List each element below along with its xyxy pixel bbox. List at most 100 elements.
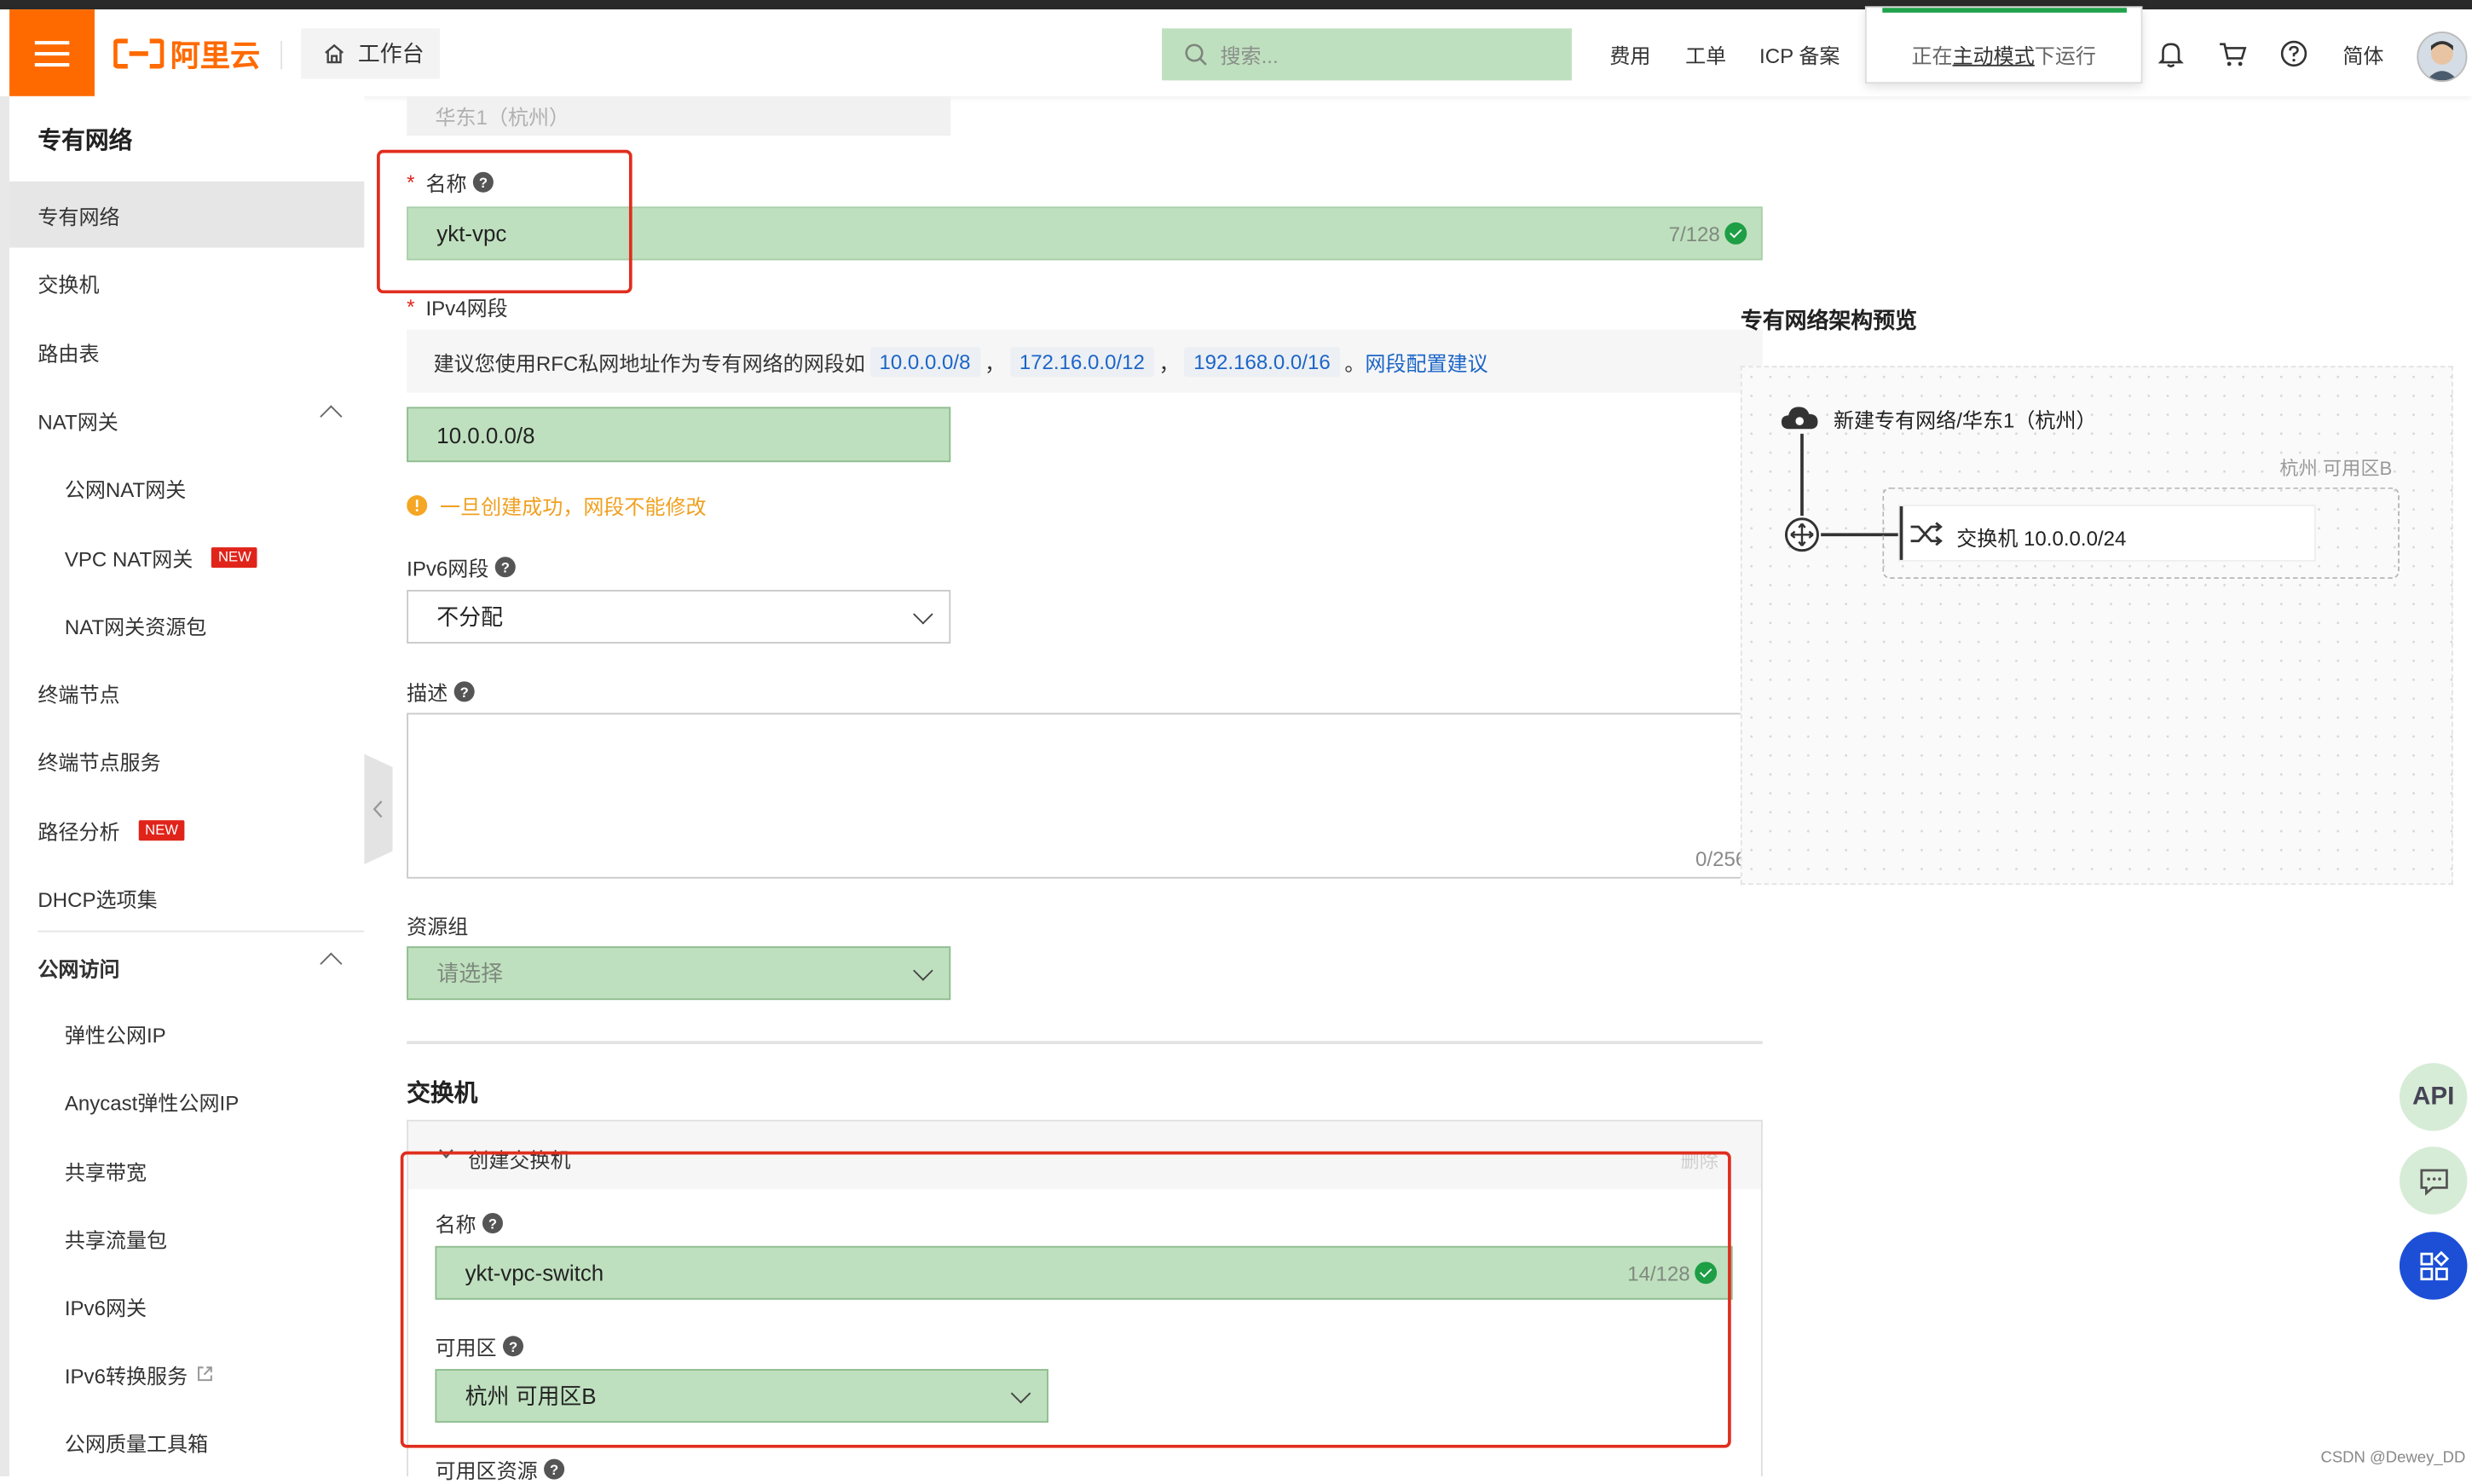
sidebar-item-ipv6-translation[interactable]: IPv6转换服务 xyxy=(9,1341,364,1407)
sidebar-item-shared-bandwidth[interactable]: 共享带宽 xyxy=(9,1137,364,1204)
sidebar-item-label: 公网质量工具箱 xyxy=(64,1431,209,1455)
check-circle-icon xyxy=(1724,222,1747,245)
sidebar-item-quality-tools[interactable]: 公网质量工具箱 xyxy=(9,1408,364,1475)
sidebar-item-label: 共享带宽 xyxy=(64,1159,147,1184)
description-textarea[interactable]: 0/256 xyxy=(407,713,1763,879)
api-button[interactable]: API xyxy=(2399,1063,2468,1131)
run-mode-popover: 正在主动模式下运行 xyxy=(1864,6,2143,84)
ipv6-label: IPv6网段 ? xyxy=(407,552,516,582)
nav-link-tickets[interactable]: 工单 xyxy=(1685,39,1726,69)
cidr-suggestion-tag[interactable]: 172.16.0.0/12 xyxy=(1009,346,1155,377)
aliyun-logo[interactable]: 阿里云 xyxy=(113,32,260,76)
zone-label-preview: 杭州 可用区B xyxy=(2279,457,2393,480)
sidebar-item-label: Anycast弹性公网IP xyxy=(64,1090,240,1115)
ipv4-cidr-value: 10.0.0.0/8 xyxy=(436,421,535,448)
label-text: 资源组 xyxy=(407,915,469,938)
cart-button[interactable] xyxy=(2216,38,2248,69)
help-icon[interactable]: ? xyxy=(494,557,516,578)
vswitch-node-label: 交换机 10.0.0.0/24 xyxy=(1956,527,2127,551)
sidebar-item-nat-package[interactable]: NAT网关资源包 xyxy=(9,592,364,658)
ipv4-label: * IPv4网段 xyxy=(407,292,508,321)
sidebar-divider xyxy=(38,930,365,933)
architecture-preview-canvas xyxy=(1740,366,2453,886)
new-badge: NEW xyxy=(211,546,258,568)
home-icon xyxy=(325,43,344,64)
apps-button[interactable] xyxy=(2399,1232,2468,1300)
ipv4-hint-text: 建议您使用RFC私网地址作为专有网络的网段如 xyxy=(433,350,865,375)
sidebar-item-route-table[interactable]: 路由表 xyxy=(9,319,364,385)
language-switch[interactable]: 简体 xyxy=(2342,39,2383,69)
search-icon xyxy=(1185,43,1207,66)
warning-text: 一旦创建成功，网段不能修改 xyxy=(440,495,707,519)
sidebar-item-shared-traffic[interactable]: 共享流量包 xyxy=(9,1205,364,1272)
cidr-separator: ， xyxy=(1158,350,1180,375)
label-text: IPv4网段 xyxy=(425,296,508,320)
nav-link-billing[interactable]: 费用 xyxy=(1609,39,1650,69)
sidebar-item-label: IPv6网关 xyxy=(64,1296,147,1319)
sidebar-item-endpoint[interactable]: 终端节点 xyxy=(9,659,364,725)
hint-end-mark: 。 xyxy=(1344,350,1366,375)
user-avatar[interactable] xyxy=(2417,32,2468,83)
topology-line xyxy=(1800,433,1803,517)
help-icon[interactable]: ? xyxy=(453,681,475,702)
global-search-input[interactable]: 搜索... xyxy=(1162,28,1572,81)
sidebar-item-public-nat[interactable]: 公网NAT网关 xyxy=(9,454,364,521)
chevron-up-icon xyxy=(320,952,343,975)
sidebar-item-nat-gateway[interactable]: NAT网关 xyxy=(9,386,364,453)
ipv4-cidr-input[interactable]: 10.0.0.0/8 xyxy=(407,407,951,463)
sidebar-item-path-analysis[interactable]: 路径分析 NEW xyxy=(9,796,364,863)
zone-resource-label: 可用区资源 ? xyxy=(435,1454,565,1484)
cidr-suggestion-tag[interactable]: 192.168.0.0/16 xyxy=(1184,346,1340,377)
sidebar-item-eip[interactable]: 弹性公网IP xyxy=(9,1000,364,1066)
cloud-icon xyxy=(1781,407,1818,430)
header-divider xyxy=(280,41,283,70)
switch-icon xyxy=(1910,522,1943,546)
ipv4-hint-box: 建议您使用RFC私网地址作为专有网络的网段如 10.0.0.0/8 ， 172.1… xyxy=(407,329,1763,393)
resource-group-placeholder: 请选择 xyxy=(436,960,503,986)
external-link-icon xyxy=(198,1366,212,1382)
resource-group-label: 资源组 xyxy=(407,910,468,940)
sidebar-collapse-handle[interactable] xyxy=(364,754,393,865)
sidebar-item-anycast-eip[interactable]: Anycast弹性公网IP xyxy=(9,1068,364,1135)
bell-icon xyxy=(2157,43,2184,68)
chevron-up-icon xyxy=(320,405,343,428)
sidebar-item-label: 路由表 xyxy=(38,341,100,366)
required-mark: * xyxy=(407,295,415,319)
help-button[interactable] xyxy=(2279,38,2310,69)
help-icon[interactable]: ? xyxy=(544,1458,565,1480)
sidebar-group-internet-access[interactable]: 公网访问 xyxy=(9,933,364,1000)
vswitch-node[interactable]: 交换机 10.0.0.0/24 xyxy=(1897,505,2316,562)
cidr-suggestion-tag[interactable]: 10.0.0.0/8 xyxy=(869,346,980,377)
sidebar-item-vswitch[interactable]: 交换机 xyxy=(9,249,364,315)
workbench-label: 工作台 xyxy=(357,41,425,66)
sidebar-item-vpc[interactable]: 专有网络 xyxy=(9,181,365,248)
char-counter: 7/128 xyxy=(1668,221,1720,245)
popover-green-button[interactable] xyxy=(1882,8,2127,13)
chat-icon xyxy=(2419,1168,2447,1195)
chevron-down-icon xyxy=(913,961,933,981)
nav-link-icp[interactable]: ICP 备案 xyxy=(1759,39,1840,69)
resource-group-select[interactable]: 请选择 xyxy=(407,946,951,1001)
sidebar-item-dhcp[interactable]: DHCP选项集 xyxy=(9,864,364,931)
aliyun-logo-icon xyxy=(113,38,165,69)
ipv4-warning: 一旦创建成功，网段不能修改 xyxy=(407,490,707,520)
sidebar-item-label: 共享流量包 xyxy=(64,1227,168,1252)
hamburger-menu-button[interactable] xyxy=(9,9,95,96)
search-placeholder: 搜索... xyxy=(1220,43,1279,68)
chevron-left-icon xyxy=(373,800,383,818)
sidebar-item-ipv6-gateway[interactable]: IPv6网关 xyxy=(9,1273,364,1339)
vpc-node-label: 新建专有网络/华东1（杭州） xyxy=(1833,408,2097,433)
active-mode-link[interactable]: 主动模式 xyxy=(1953,44,2035,68)
ipv6-select[interactable]: 不分配 xyxy=(407,590,951,644)
feedback-button[interactable] xyxy=(2399,1146,2468,1215)
region-value: 华东1（杭州） xyxy=(435,105,570,130)
section-divider xyxy=(407,1041,1763,1044)
cart-icon xyxy=(2220,42,2247,66)
router-icon xyxy=(1785,517,1819,552)
notification-button[interactable] xyxy=(2155,38,2186,69)
cidr-advice-link[interactable]: 网段配置建议 xyxy=(1365,346,1487,376)
sidebar-item-endpoint-service[interactable]: 终端节点服务 xyxy=(9,727,364,794)
workbench-button[interactable]: 工作台 xyxy=(301,28,441,79)
sidebar-item-label: IPv6转换服务 xyxy=(64,1363,188,1388)
sidebar-item-vpc-nat[interactable]: VPC NAT网关 NEW xyxy=(9,523,364,590)
